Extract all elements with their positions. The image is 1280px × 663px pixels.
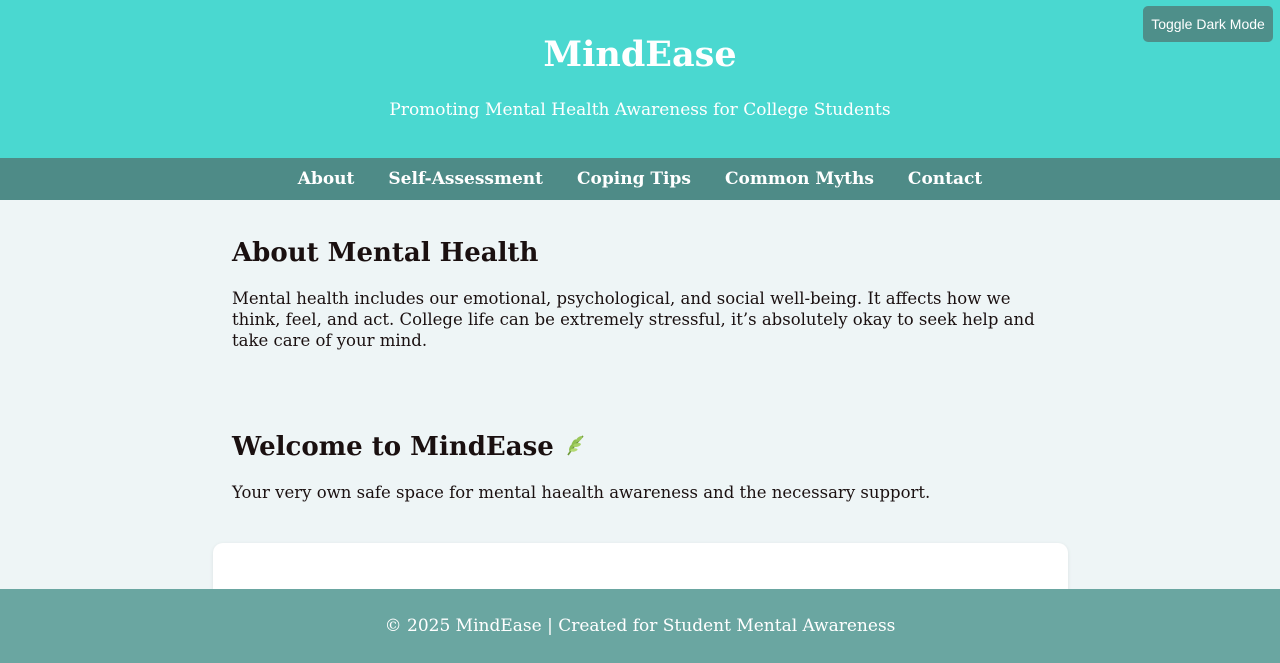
site-footer: © 2025 MindEase | Created for Student Me… [0,589,1280,663]
welcome-heading: Welcome to MindEase [232,432,554,462]
site-header: MindEase Promoting Mental Health Awarene… [0,0,1280,158]
nav-link-about[interactable]: About [298,169,355,189]
nav-link-common-myths[interactable]: Common Myths [725,169,874,189]
about-text: Mental health includes our emotional, ps… [232,289,1035,350]
nav-link-self-assessment[interactable]: Self-Assessment [388,169,543,189]
welcome-text: Your very own safe space for mental haea… [232,483,931,502]
about-heading: About Mental Health [232,238,539,268]
nav-link-coping-tips[interactable]: Coping Tips [577,169,691,189]
nav-link-contact[interactable]: Contact [908,169,982,189]
main-nav: About Self-Assessment Coping Tips Common… [0,158,1280,200]
herb-leaf-icon [564,433,586,457]
about-section: About Mental Health Mental health includ… [232,238,1048,351]
welcome-section: Welcome to MindEase Your very own safe s… [232,432,1048,503]
site-title: MindEase [543,34,737,75]
toggle-dark-mode-button[interactable]: Toggle Dark Mode [1143,6,1273,42]
site-tagline: Promoting Mental Health Awareness for Co… [389,100,891,120]
welcome-heading-row: Welcome to MindEase [232,432,1048,462]
